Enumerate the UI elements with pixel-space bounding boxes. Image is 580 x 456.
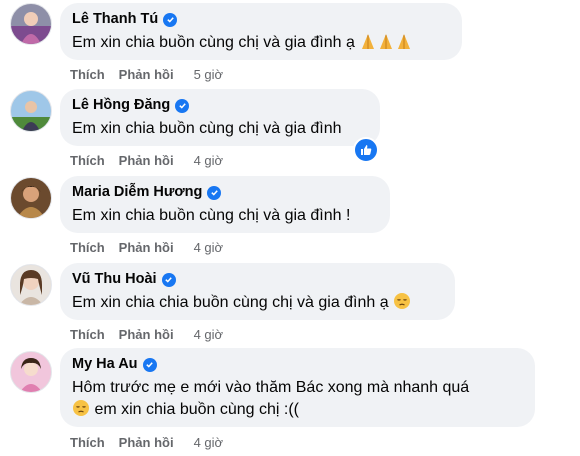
folded-hands-icon (359, 32, 413, 57)
comment-text: Em xin chia buồn cùng chị và gia đình (72, 120, 342, 137)
timestamp[interactable]: 4 giờ (194, 240, 224, 255)
verified-badge-icon (163, 12, 178, 27)
comment-author[interactable]: Lê Hồng Đăng (72, 96, 368, 115)
comment-bubble: Vũ Thu Hoài Em xin chia chia buồn cùng c… (60, 263, 455, 320)
like-link[interactable]: Thích (70, 153, 105, 168)
avatar[interactable] (10, 90, 52, 132)
comment-bubble: Lê Hồng Đăng Em xin chia buồn cùng chị v… (60, 89, 380, 146)
timestamp[interactable]: 4 giờ (194, 153, 224, 168)
pensive-face-icon (393, 292, 411, 317)
comment-actions: Thích Phản hồi 4 giờ (70, 327, 223, 342)
comment-bubble: Lê Thanh Tú Em xin chia buồn cùng chị và… (60, 3, 462, 60)
avatar[interactable] (10, 351, 52, 393)
verified-badge-icon (207, 185, 222, 200)
reply-link[interactable]: Phản hồi (119, 435, 174, 450)
like-link[interactable]: Thích (70, 67, 105, 82)
comment-author[interactable]: Vũ Thu Hoài (72, 270, 443, 289)
timestamp[interactable]: 4 giờ (194, 327, 224, 342)
comment-actions: Thích Phản hồi 4 giờ (70, 435, 223, 450)
comment-bubble: Maria Diễm Hương Em xin chia buồn cùng c… (60, 176, 390, 233)
avatar-image (11, 265, 51, 305)
comment-author[interactable]: Lê Thanh Tú (72, 10, 450, 29)
avatar-image (11, 178, 51, 218)
avatar-image (11, 4, 51, 44)
verified-badge-icon (161, 272, 176, 287)
comment-actions: Thích Phản hồi 5 giờ (70, 67, 223, 82)
reply-link[interactable]: Phản hồi (119, 327, 174, 342)
comment-actions: Thích Phản hồi 4 giờ (70, 240, 223, 255)
comment-actions: Thích Phản hồi 4 giờ (70, 153, 223, 168)
avatar[interactable] (10, 3, 52, 45)
avatar[interactable] (10, 177, 52, 219)
pensive-face-icon (72, 399, 90, 424)
comment-text: Hôm trước mẹ e mới vào thăm Bác xong mà … (72, 377, 523, 424)
like-link[interactable]: Thích (70, 435, 105, 450)
comment-author[interactable]: My Ha Au (72, 355, 523, 374)
verified-badge-icon (175, 98, 190, 113)
timestamp[interactable]: 5 giờ (194, 67, 224, 82)
avatar-image (11, 352, 51, 392)
comment-text: Em xin chia chia buồn cùng chị và gia đì… (72, 292, 443, 317)
avatar-image (11, 91, 51, 131)
comment-author[interactable]: Maria Diễm Hương (72, 183, 378, 202)
verified-badge-icon (142, 357, 157, 372)
avatar[interactable] (10, 264, 52, 306)
reply-link[interactable]: Phản hồi (119, 67, 174, 82)
comment-text: Em xin chia buồn cùng chị và gia đình ạ (72, 32, 450, 57)
comment-text: Em xin chia buồn cùng chị và gia đình ! (72, 207, 351, 224)
like-link[interactable]: Thích (70, 240, 105, 255)
like-reaction-icon[interactable] (353, 137, 379, 163)
reply-link[interactable]: Phản hồi (119, 153, 174, 168)
comment-bubble: My Ha Au Hôm trước mẹ e mới vào thăm Bác… (60, 348, 535, 427)
reply-link[interactable]: Phản hồi (119, 240, 174, 255)
like-link[interactable]: Thích (70, 327, 105, 342)
timestamp[interactable]: 4 giờ (194, 435, 224, 450)
